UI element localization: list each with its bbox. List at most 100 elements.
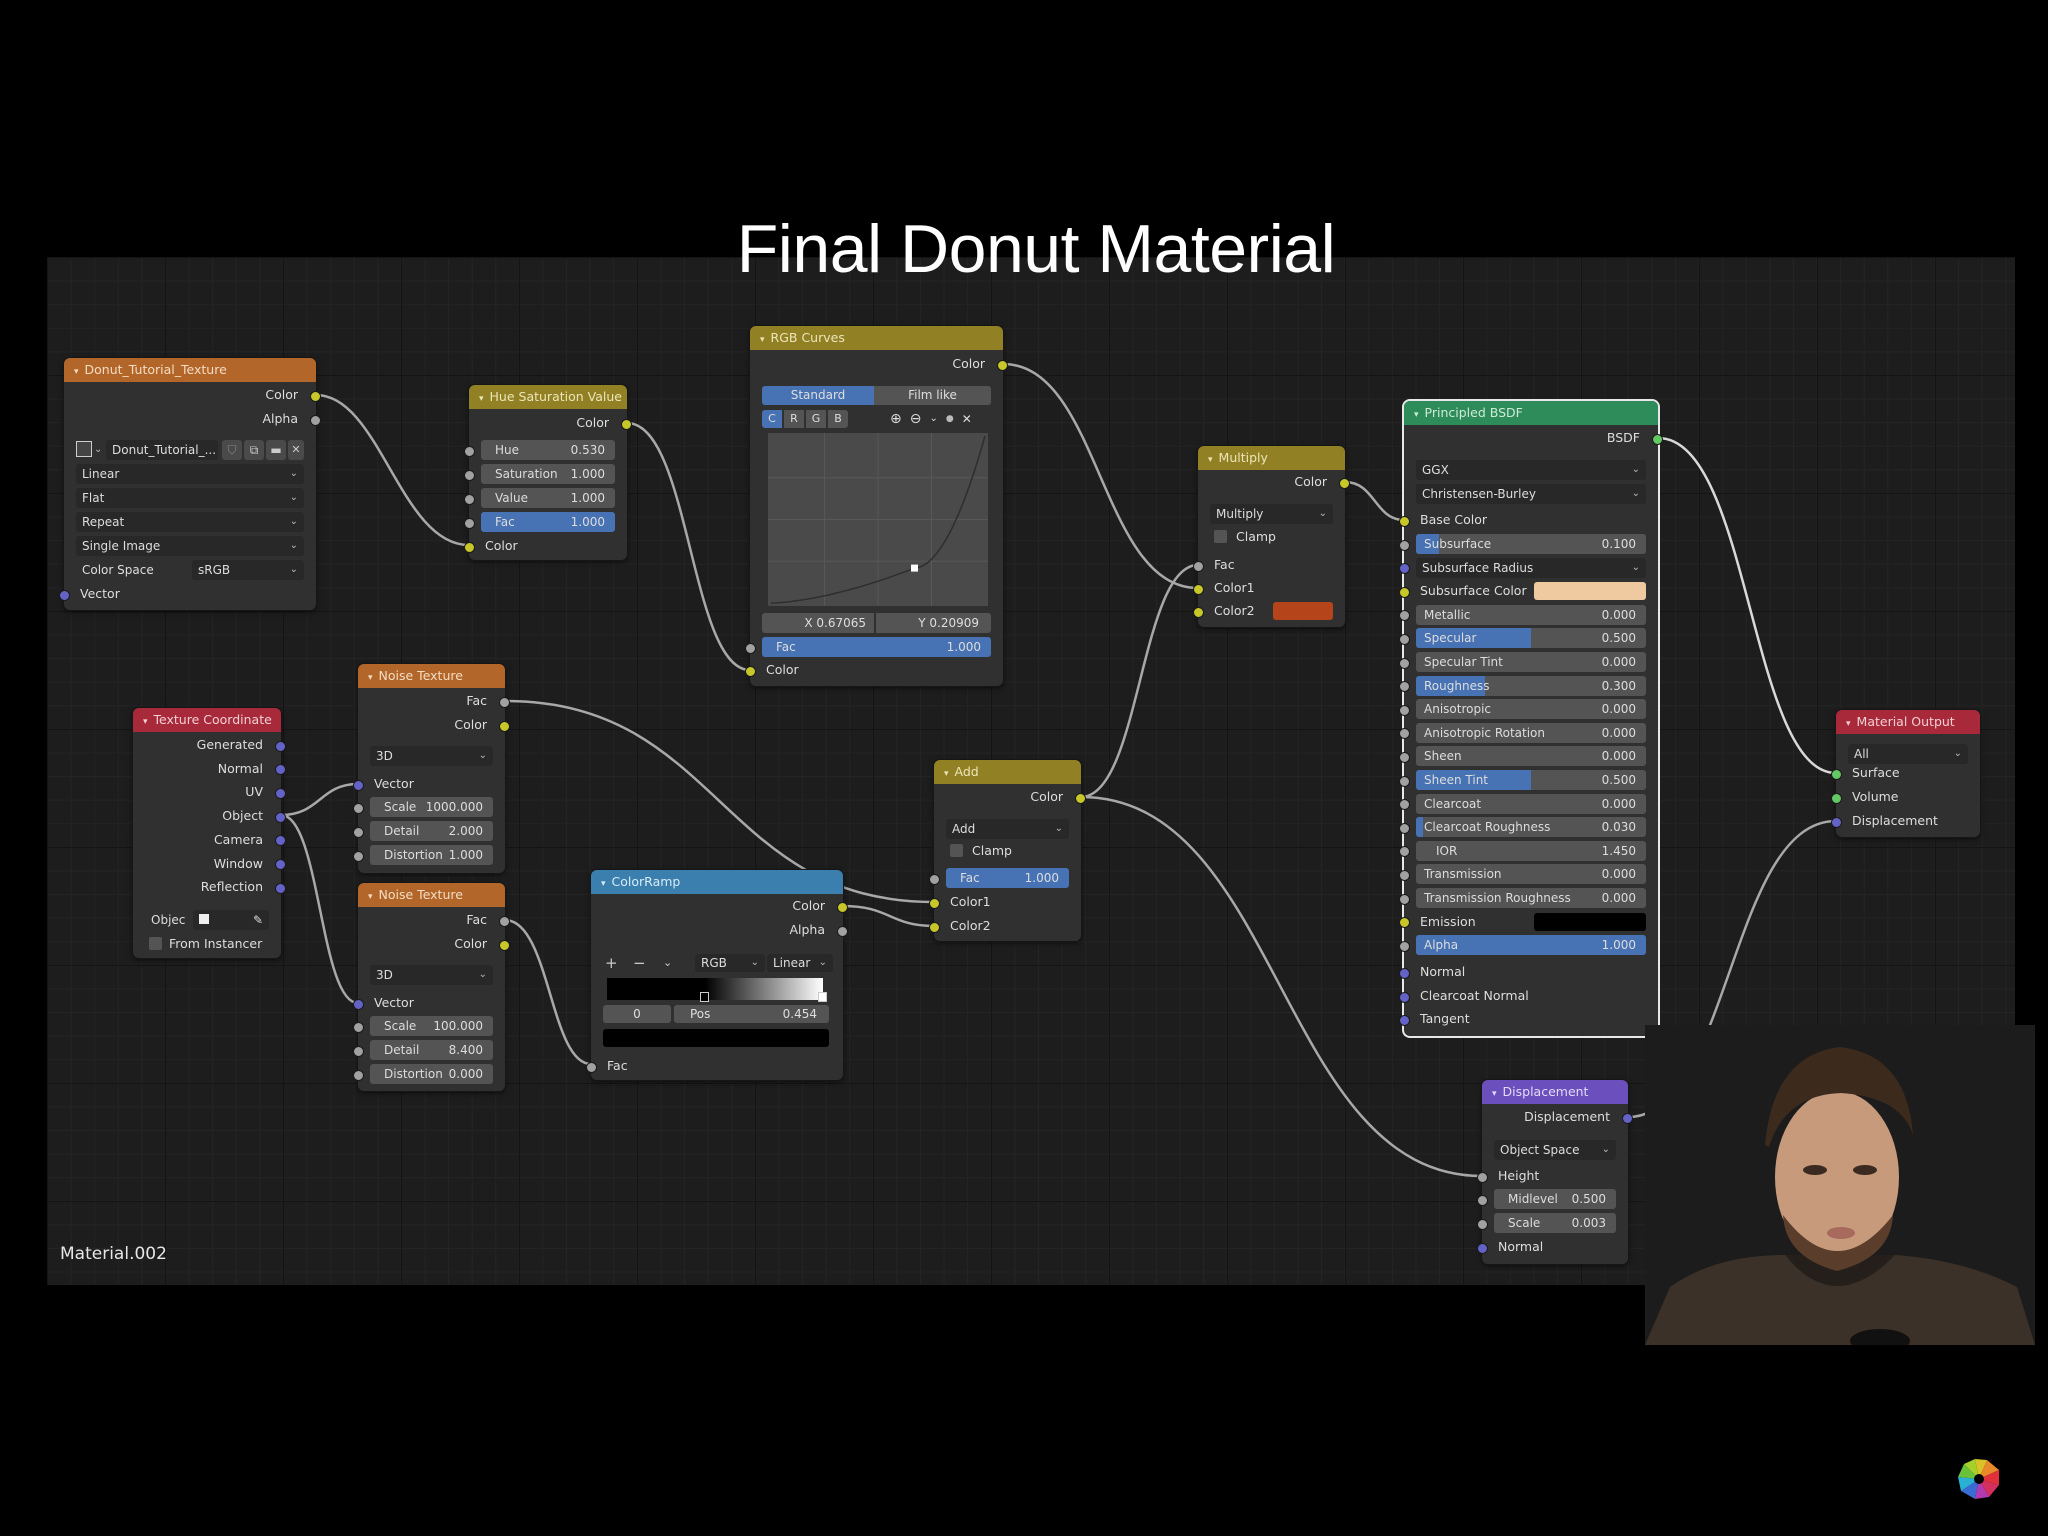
socket-output-alpha[interactable] xyxy=(837,925,848,937)
node-header[interactable]: ▾ Displacement xyxy=(1482,1080,1628,1104)
ramp-stop-handle[interactable] xyxy=(818,992,827,1002)
node-displacement[interactable]: ▾ Displacement Displacement Object Space ⌄… xyxy=(1477,1080,1633,1264)
node-header[interactable]: ▾ ColorRamp xyxy=(591,870,843,894)
socket-output-window[interactable] xyxy=(275,859,286,870)
node-header[interactable]: ▾ Noise Texture xyxy=(358,664,505,688)
color-ramp-gradient[interactable] xyxy=(607,978,823,1000)
socket-output-color[interactable] xyxy=(621,418,632,430)
node-noise-texture-2[interactable]: ▾ Noise Texture Fac Color 3D ⌄ Vector Scal… xyxy=(353,883,510,1091)
remove-stop-button[interactable]: − xyxy=(633,954,646,972)
point-y-field[interactable]: Y 0.20909 xyxy=(876,613,991,633)
node-add[interactable]: ▾ Add Color Add ⌄ Clamp Fac 1.000 Color1 Co… xyxy=(929,760,1086,941)
value-field[interactable]: Value 1.000 xyxy=(481,488,615,508)
node-header[interactable]: ▾ Multiply xyxy=(1198,446,1345,470)
subsurface-color-swatch[interactable] xyxy=(1534,582,1646,601)
socket-input-specular-tint[interactable] xyxy=(1399,657,1410,669)
socket-input-vector[interactable] xyxy=(59,589,70,601)
socket-input-color[interactable] xyxy=(464,541,475,553)
tab-standard[interactable]: Standard xyxy=(762,386,874,405)
socket-input-sheen[interactable] xyxy=(1399,751,1410,763)
subsurface-radius-dropdown[interactable]: Subsurface Radius ⌄ xyxy=(1416,557,1646,578)
node-multiply[interactable]: ▾ Multiply Color Multiply ⌄ Clamp Fac Colo… xyxy=(1193,446,1350,627)
socket-input-anisotropic-rotation[interactable] xyxy=(1399,728,1410,740)
socket-input-transmission[interactable] xyxy=(1399,869,1410,881)
socket-input-fac[interactable] xyxy=(464,517,475,529)
subsurface-method-dropdown[interactable]: Christensen-Burley ⌄ xyxy=(1416,484,1646,504)
socket-input-saturation[interactable] xyxy=(464,469,475,481)
fac-slider[interactable]: Fac 1.000 xyxy=(481,512,615,532)
add-stop-button[interactable]: + xyxy=(605,954,618,972)
interpolation-dropdown[interactable]: Linear ⌄ xyxy=(767,954,833,972)
anisotropic-rotation-slider[interactable]: Anisotropic Rotation 0.000 xyxy=(1416,722,1646,743)
transmission-slider[interactable]: Transmission 0.000 xyxy=(1416,864,1646,885)
socket-input-normal[interactable] xyxy=(1477,1242,1488,1254)
socket-output-color[interactable] xyxy=(499,939,510,951)
socket-input-scale[interactable] xyxy=(353,802,364,814)
eyedropper-icon[interactable]: ✎ xyxy=(253,910,263,930)
from-instancer-checkbox[interactable] xyxy=(149,937,162,950)
distortion-field[interactable]: Distortion 1.000 xyxy=(370,845,493,865)
hue-field[interactable]: Hue 0.530 xyxy=(481,440,615,460)
clearcoat-slider[interactable]: Clearcoat 0.000 xyxy=(1416,793,1646,814)
socket-output-color[interactable] xyxy=(997,359,1008,371)
node-hue-saturation-value[interactable]: ▾ Hue Saturation Value Color Hue 0.530 Sat… xyxy=(464,385,632,560)
socket-input-surface[interactable] xyxy=(1831,768,1842,780)
socket-input-displacement[interactable] xyxy=(1831,816,1842,828)
socket-output-color[interactable] xyxy=(499,720,510,732)
distortion-field[interactable]: Distortion 0.000 xyxy=(370,1064,493,1084)
subsurface-slider[interactable]: Subsurface 0.100 xyxy=(1416,534,1646,554)
socket-output-generated[interactable] xyxy=(275,740,286,752)
tab-film-like[interactable]: Film like xyxy=(874,386,991,405)
socket-input-color1[interactable] xyxy=(1193,583,1204,595)
socket-input-color2[interactable] xyxy=(929,921,940,933)
roughness-slider[interactable]: Roughness 0.300 xyxy=(1416,675,1646,696)
node-header[interactable]: ▾ Donut_Tutorial_Texture xyxy=(64,358,316,382)
node-material-output[interactable]: ▾ Material Output All ⌄ Surface Volume Dis… xyxy=(1831,710,1980,837)
detail-field[interactable]: Detail 2.000 xyxy=(370,821,493,841)
close-icon[interactable]: ✕ xyxy=(288,440,304,460)
node-header[interactable]: ▾ Texture Coordinate xyxy=(133,708,281,732)
socket-input-clearcoat[interactable] xyxy=(1399,799,1410,811)
socket-input-detail[interactable] xyxy=(353,826,364,838)
space-dropdown[interactable]: Object Space ⌄ xyxy=(1494,1140,1616,1160)
zoom-in-icon[interactable]: ⊕ xyxy=(890,410,902,428)
target-dropdown[interactable]: All ⌄ xyxy=(1848,744,1968,764)
source-dropdown[interactable]: Single Image ⌄ xyxy=(76,536,304,556)
ramp-menu-chevron-icon[interactable]: ⌄ xyxy=(663,954,672,972)
socket-output-alpha[interactable] xyxy=(310,414,321,426)
color-space-dropdown[interactable]: sRGB ⌄ xyxy=(192,560,304,580)
sheen-slider[interactable]: Sheen 0.000 xyxy=(1416,746,1646,767)
socket-input-volume[interactable] xyxy=(1831,792,1842,804)
socket-input-roughness[interactable] xyxy=(1399,681,1410,693)
node-header[interactable]: ▾ Principled BSDF xyxy=(1404,401,1658,425)
folder-icon[interactable]: ▬ xyxy=(266,440,286,460)
socket-input-ior[interactable] xyxy=(1399,846,1410,858)
saturation-field[interactable]: Saturation 1.000 xyxy=(481,464,615,484)
socket-input-fac[interactable] xyxy=(745,642,756,654)
socket-input-metallic[interactable] xyxy=(1399,610,1410,622)
clearcoat-roughness-slider[interactable]: Clearcoat Roughness 0.030 xyxy=(1416,817,1646,838)
socket-input-midlevel[interactable] xyxy=(1477,1194,1488,1206)
detail-field[interactable]: Detail 8.400 xyxy=(370,1040,493,1060)
socket-output-reflection[interactable] xyxy=(275,882,286,894)
node-header[interactable]: ▾ Hue Saturation Value xyxy=(469,385,627,409)
emission-swatch[interactable] xyxy=(1534,912,1646,931)
dimensions-dropdown[interactable]: 3D ⌄ xyxy=(370,746,493,766)
stop-position-field[interactable]: Pos 0.454 xyxy=(674,1005,829,1023)
socket-input-specular[interactable] xyxy=(1399,633,1410,645)
clamp-checkbox[interactable] xyxy=(1214,530,1227,543)
dimensions-dropdown[interactable]: 3D ⌄ xyxy=(370,965,493,985)
node-image-texture[interactable]: ▾ Donut_Tutorial_Texture Color Alpha ⌄ Do… xyxy=(59,358,321,610)
extension-dropdown[interactable]: Repeat ⌄ xyxy=(76,512,304,532)
socket-input-vector[interactable] xyxy=(353,779,364,791)
blend-mode-dropdown[interactable]: Add ⌄ xyxy=(946,819,1069,839)
alpha-slider[interactable]: Alpha 1.000 xyxy=(1416,935,1646,956)
node-header[interactable]: ▾ RGB Curves xyxy=(750,326,1003,350)
collapse-icon[interactable]: ▾ xyxy=(74,367,79,377)
socket-output-color[interactable] xyxy=(1075,792,1086,804)
node-principled-bsdf[interactable]: ▾ Principled BSDF BSDF GGX ⌄ Christensen-B… xyxy=(1399,401,1663,1036)
socket-input-hue[interactable] xyxy=(464,445,475,457)
point-x-field[interactable]: X 0.67065 xyxy=(762,613,874,633)
socket-input-subsurface-color[interactable] xyxy=(1399,586,1410,598)
socket-input-color2[interactable] xyxy=(1193,606,1204,618)
